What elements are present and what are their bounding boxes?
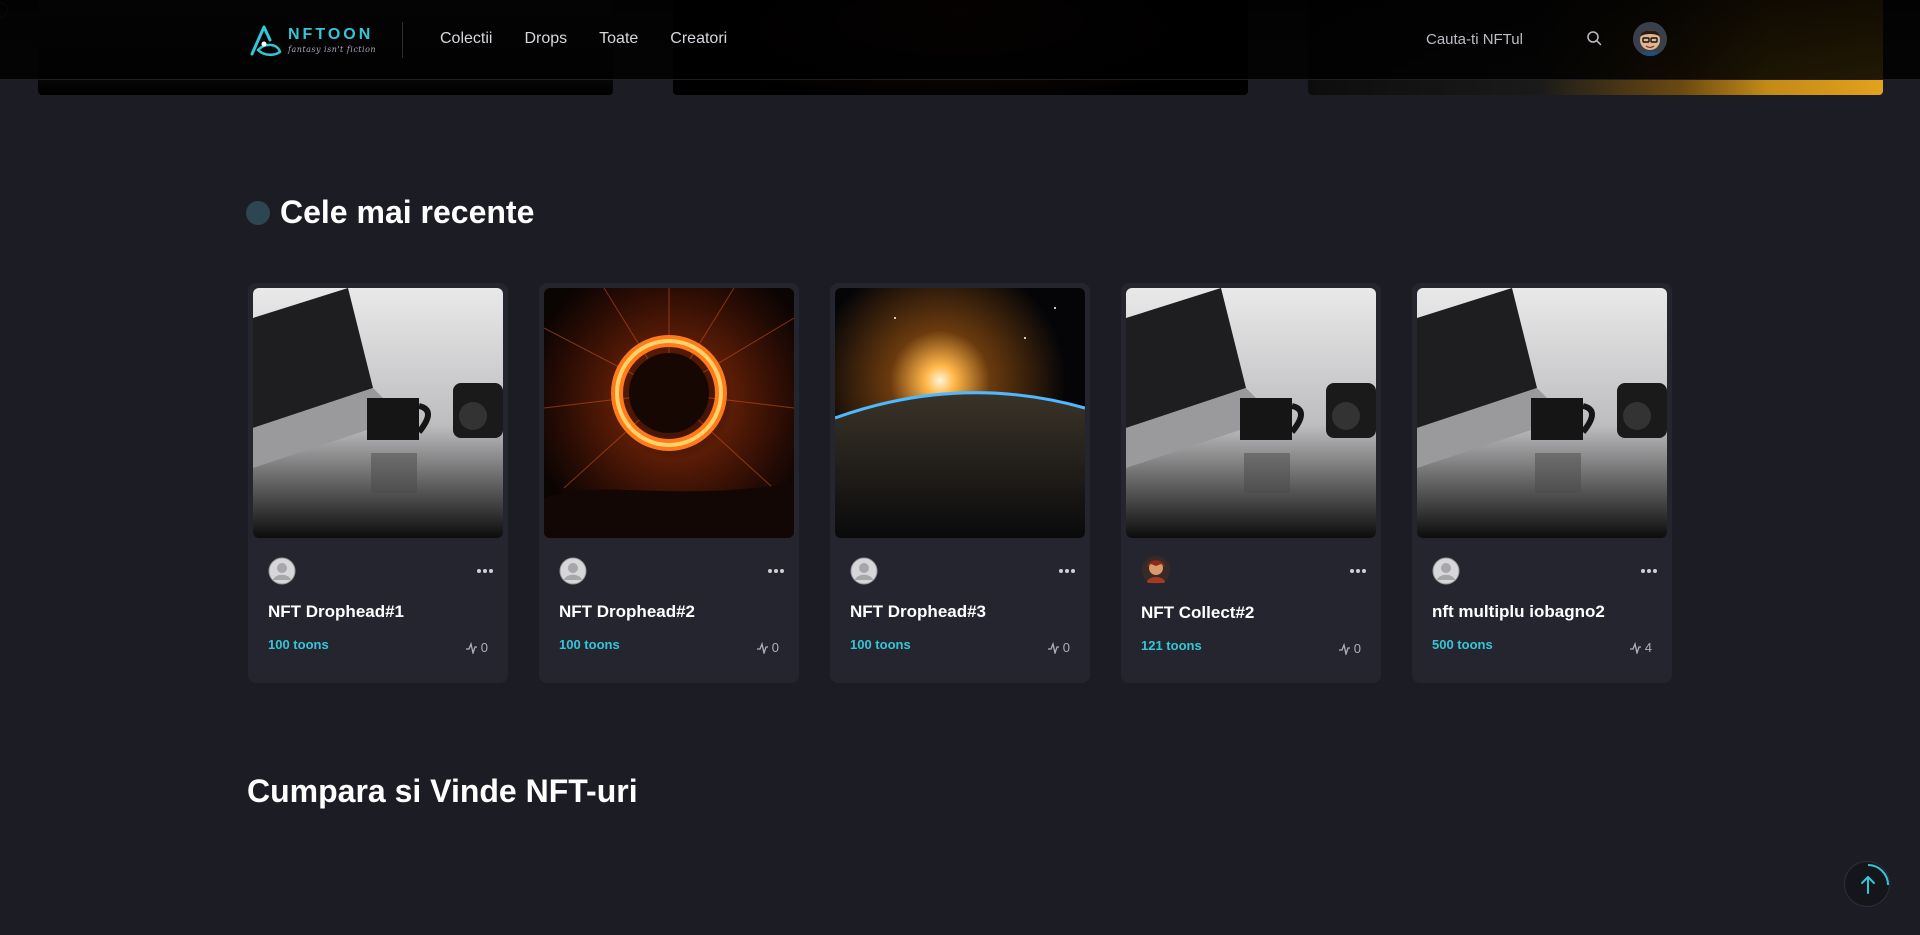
logo-mark-icon <box>250 25 282 56</box>
activity-icon <box>465 641 477 654</box>
laptop-coffee-camera-image <box>1126 288 1376 538</box>
owner-avatar[interactable] <box>850 557 878 585</box>
nft-card[interactable]: NFT Drophead#1 100 toons 0 <box>248 283 508 683</box>
section-title-buy-sell: Cumpara si Vinde NFT-uri <box>247 773 638 809</box>
more-options-icon[interactable] <box>767 568 785 574</box>
owner-avatar[interactable] <box>1141 555 1171 585</box>
nft-name[interactable]: nft multiplu iobagno2 <box>1432 602 1605 622</box>
nft-image-fire-ring[interactable] <box>544 288 794 538</box>
section-title-recent: Cele mai recente <box>280 194 535 230</box>
activity-count: 4 <box>1644 640 1652 655</box>
default-avatar-icon <box>268 557 296 585</box>
default-avatar-icon <box>559 557 587 585</box>
nft-name[interactable]: NFT Drophead#1 <box>268 602 404 622</box>
nft-activity: 0 <box>1338 641 1361 656</box>
site-header: NFTOON fantasy isn't fiction Colectii Dr… <box>0 0 1920 80</box>
activity-count: 0 <box>480 640 488 655</box>
scroll-to-top-button[interactable] <box>1844 861 1890 907</box>
activity-icon <box>756 641 768 654</box>
nft-price: 100 toons <box>559 637 620 652</box>
main-nav: Colectii Drops Toate Creatori <box>440 30 759 48</box>
earth-sunrise-space-image <box>835 288 1085 538</box>
header-divider <box>402 22 403 58</box>
owner-avatar[interactable] <box>559 557 587 585</box>
laptop-coffee-camera-image <box>253 288 503 538</box>
nav-drops[interactable]: Drops <box>524 30 567 48</box>
nft-activity: 0 <box>465 640 488 655</box>
nft-price: 121 toons <box>1141 638 1202 653</box>
arrow-up-icon <box>1861 864 1889 894</box>
nft-image-laptop[interactable] <box>1126 288 1376 538</box>
more-options-icon[interactable] <box>1349 568 1367 574</box>
default-avatar-icon <box>850 557 878 585</box>
nft-price: 100 toons <box>850 637 911 652</box>
site-logo[interactable]: NFTOON fantasy isn't fiction <box>248 22 376 58</box>
activity-count: 0 <box>771 640 779 655</box>
nft-card[interactable]: NFT Drophead#3 100 toons 0 <box>830 283 1090 683</box>
nft-price: 100 toons <box>268 637 329 652</box>
nft-activity: 0 <box>756 640 779 655</box>
activity-count: 0 <box>1353 641 1361 656</box>
search-icon[interactable] <box>1586 30 1602 46</box>
activity-icon <box>1338 642 1350 655</box>
nft-name[interactable]: NFT Collect#2 <box>1141 603 1254 623</box>
nft-price: 500 toons <box>1432 637 1493 652</box>
more-options-icon[interactable] <box>476 568 494 574</box>
owner-avatar[interactable] <box>268 557 296 585</box>
nft-card[interactable]: NFT Drophead#2 100 toons 0 <box>539 283 799 683</box>
owner-avatar[interactable] <box>1432 557 1460 585</box>
more-options-icon[interactable] <box>1058 568 1076 574</box>
fire-ring-sparks-image <box>544 288 794 538</box>
activity-count: 0 <box>1062 640 1070 655</box>
user-avatar[interactable] <box>1633 22 1667 56</box>
nft-card[interactable]: NFT Collect#2 121 toons 0 <box>1121 283 1381 683</box>
laptop-coffee-camera-image <box>1417 288 1667 538</box>
illustrated-avatar-icon <box>1142 556 1170 584</box>
nft-name[interactable]: NFT Drophead#2 <box>559 602 695 622</box>
search-input[interactable]: Cauta-ti NFTul <box>1426 31 1523 48</box>
nft-card[interactable]: nft multiplu iobagno2 500 toons 4 <box>1412 283 1672 683</box>
activity-icon <box>1629 641 1641 654</box>
nft-name[interactable]: NFT Drophead#3 <box>850 602 986 622</box>
nft-activity: 0 <box>1047 640 1070 655</box>
more-options-icon[interactable] <box>1640 568 1658 574</box>
section-recent-header: Cele mai recente <box>246 194 534 231</box>
nft-image-earth[interactable] <box>835 288 1085 538</box>
default-avatar-icon <box>1432 557 1460 585</box>
nft-image-laptop[interactable] <box>1417 288 1667 538</box>
nav-toate[interactable]: Toate <box>599 30 638 48</box>
nav-colectii[interactable]: Colectii <box>440 30 492 48</box>
nft-image-laptop[interactable] <box>253 288 503 538</box>
nav-creatori[interactable]: Creatori <box>670 30 727 48</box>
activity-icon <box>1047 641 1059 654</box>
nft-activity: 4 <box>1629 640 1652 655</box>
user-avatar-icon <box>1633 22 1667 56</box>
logo-name: NFTOON <box>288 25 374 43</box>
section-dot-icon <box>246 200 270 225</box>
logo-tagline: fantasy isn't fiction <box>288 44 377 54</box>
